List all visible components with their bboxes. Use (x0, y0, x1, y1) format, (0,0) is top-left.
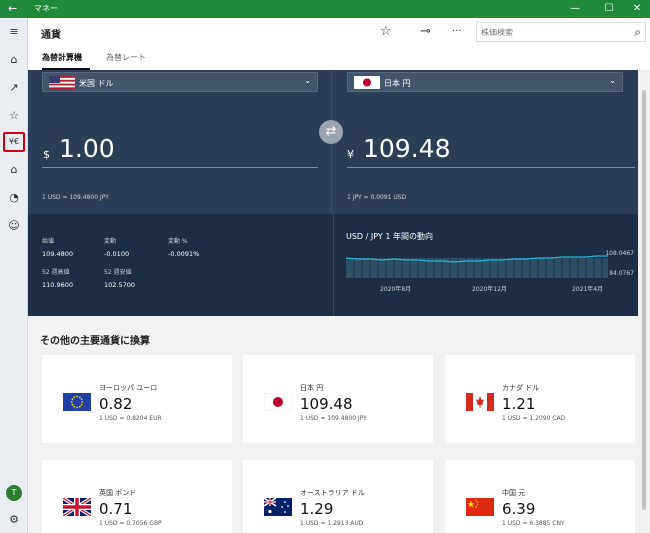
trend-x-label: 2021年4月 (572, 286, 604, 293)
trend-x-label: 2020年12月 (472, 286, 507, 293)
tab-converter[interactable]: 為替計算機 (42, 52, 82, 63)
card-currency-value: 109.48 (300, 395, 353, 413)
ca-flag-icon (466, 393, 494, 411)
currency-card-gbp[interactable]: 英国 ポンド 0.71 1 USD = 0.7056 GBP (42, 460, 232, 533)
card-currency-value: 0.71 (99, 500, 133, 518)
news-icon[interactable]: ◔ (3, 188, 25, 208)
card-currency-rate: 1 USD = 6.3885 CNY (502, 520, 565, 527)
card-currency-name: 日本 円 (300, 384, 324, 392)
us-flag-icon (49, 76, 75, 89)
stat-52w-low: 52 週安値 102.5700 (104, 269, 136, 289)
swap-icon[interactable]: ⇄ (319, 120, 343, 144)
stats-panel: 始値 109.4800 変動 -0.0100 変動 % -0.0091% 52 週高値… (28, 214, 333, 316)
tab-bar: 為替計算機 為替レート (28, 46, 650, 70)
minimize-button[interactable]: — (560, 0, 590, 18)
card-currency-name: オーストラリア ドル (300, 489, 365, 497)
jp-flag-icon (354, 76, 380, 89)
from-amount-value[interactable]: 1.00 (59, 134, 115, 163)
jp-flag-icon (264, 393, 292, 411)
trend-max-label: 108.0467 (605, 250, 634, 257)
card-currency-name: カナダ ドル (502, 384, 540, 392)
feedback-icon[interactable]: ☺ (3, 216, 25, 236)
currency-card-jpy[interactable]: 日本 円 109.48 1 USD = 109.4800 JPY (243, 355, 433, 443)
trend-icon[interactable]: ↗ (3, 78, 25, 98)
page-title: 通貨 (41, 30, 61, 41)
stat-open: 始値 109.4800 (42, 238, 74, 258)
pin-icon[interactable]: ⊸ (420, 23, 431, 41)
card-currency-value: 6.39 (502, 500, 536, 518)
close-button[interactable]: ✕ (622, 0, 650, 18)
from-currency-name: 米国 ドル (79, 79, 114, 88)
to-currency-select[interactable]: 日本 円 ⌄ (347, 72, 623, 92)
to-amount-underline (347, 167, 635, 168)
card-currency-name: ヨーロッパ ユーロ (99, 384, 158, 392)
page-header: 通貨 ☆ ⊸ ··· ⌕ (28, 18, 650, 46)
stat-change: 変動 -0.0100 (104, 238, 130, 258)
window-title: マネー (34, 4, 58, 13)
card-currency-rate: 1 USD = 0.7056 GBP (99, 520, 162, 527)
chevron-down-icon: ⌄ (609, 76, 616, 85)
yen-symbol: ¥ (347, 148, 354, 161)
trend-x-label: 2020年8月 (380, 286, 412, 293)
stat-change-percent: 変動 % -0.0091% (168, 238, 200, 258)
card-currency-value: 0.82 (99, 395, 133, 413)
watchlist-icon[interactable]: ☆ (3, 106, 25, 126)
cn-flag-icon (466, 498, 494, 516)
card-currency-rate: 1 USD = 1.2090 CAD (502, 415, 566, 422)
card-currency-value: 1.21 (502, 395, 536, 413)
section-title: その他の主要通貨に換算 (40, 336, 150, 347)
from-amount[interactable]: $ 1.00 (43, 134, 313, 168)
from-amount-underline (42, 167, 318, 168)
card-currency-rate: 1 USD = 1.2913 AUD (300, 520, 364, 527)
trend-title: USD / JPY 1 年間の動向 (346, 232, 433, 241)
star-icon[interactable]: ☆ (380, 23, 392, 41)
from-currency-select[interactable]: 米国 ドル ⌄ (42, 72, 318, 92)
search-box: ⌕ (476, 22, 646, 42)
eu-flag-icon (63, 393, 91, 411)
card-currency-value: 1.29 (300, 500, 334, 518)
currency-card-cny[interactable]: 中国 元 6.39 1 USD = 6.3885 CNY (445, 460, 635, 533)
to-rate: 1 JPY = 0.0091 USD (347, 194, 407, 201)
scrollbar-thumb[interactable] (642, 90, 646, 510)
to-amount[interactable]: ¥ 109.48 (347, 134, 617, 168)
search-icon[interactable]: ⌕ (634, 23, 641, 41)
tab-rates[interactable]: 為替レート (106, 52, 146, 63)
stat-52w-high: 52 週高値 110.9600 (42, 269, 74, 289)
trend-chart (346, 255, 608, 278)
maximize-button[interactable]: ☐ (594, 0, 624, 18)
avatar[interactable]: T (6, 485, 22, 501)
currency-card-aud[interactable]: オーストラリア ドル 1.29 1 USD = 1.2913 AUD (243, 460, 433, 533)
title-bar: ← マネー — ☐ ✕ (0, 0, 650, 18)
menu-icon[interactable]: ≡ (3, 22, 25, 42)
converter-panel: 米国 ドル ⌄ 日本 円 ⌄ $ 1.00 1 USD = 109.4800 J… (28, 70, 638, 214)
to-amount-value[interactable]: 109.48 (363, 134, 450, 163)
trend-panel[interactable]: USD / JPY 1 年間の動向 108.0467 84.0767 2020年… (333, 214, 638, 316)
nav-rail: ≡ ⌂ ↗ ☆ ¥€ ⌂ ◔ ☺ T ⚙ (0, 18, 28, 533)
card-currency-rate: 1 USD = 0.8204 EUR (99, 415, 162, 422)
to-currency-name: 日本 円 (384, 79, 411, 88)
search-input[interactable] (481, 25, 621, 39)
card-currency-name: 英国 ポンド (99, 489, 137, 497)
card-currency-rate: 1 USD = 109.4800 JPY (300, 415, 367, 422)
au-flag-icon (264, 498, 292, 516)
major-currencies-section: その他の主要通貨に換算 ヨーロッパ ユーロ 0.82 1 USD = 0.820… (28, 316, 638, 533)
chevron-down-icon: ⌄ (304, 76, 311, 85)
settings-icon[interactable]: ⚙ (3, 510, 25, 530)
currency-icon[interactable]: ¥€ (3, 132, 25, 152)
mortgage-icon[interactable]: ⌂ (3, 160, 25, 180)
gb-flag-icon (63, 498, 91, 516)
currency-card-eur[interactable]: ヨーロッパ ユーロ 0.82 1 USD = 0.8204 EUR (42, 355, 232, 443)
trend-min-label: 84.0767 (609, 270, 634, 277)
dollar-symbol: $ (43, 148, 50, 161)
home-icon[interactable]: ⌂ (3, 50, 25, 70)
currency-card-cad[interactable]: カナダ ドル 1.21 1 USD = 1.2090 CAD (445, 355, 635, 443)
from-rate: 1 USD = 109.4800 JPY (42, 194, 109, 201)
back-arrow-icon[interactable]: ← (8, 1, 17, 17)
card-currency-name: 中国 元 (502, 489, 526, 497)
more-icon[interactable]: ··· (452, 23, 462, 41)
